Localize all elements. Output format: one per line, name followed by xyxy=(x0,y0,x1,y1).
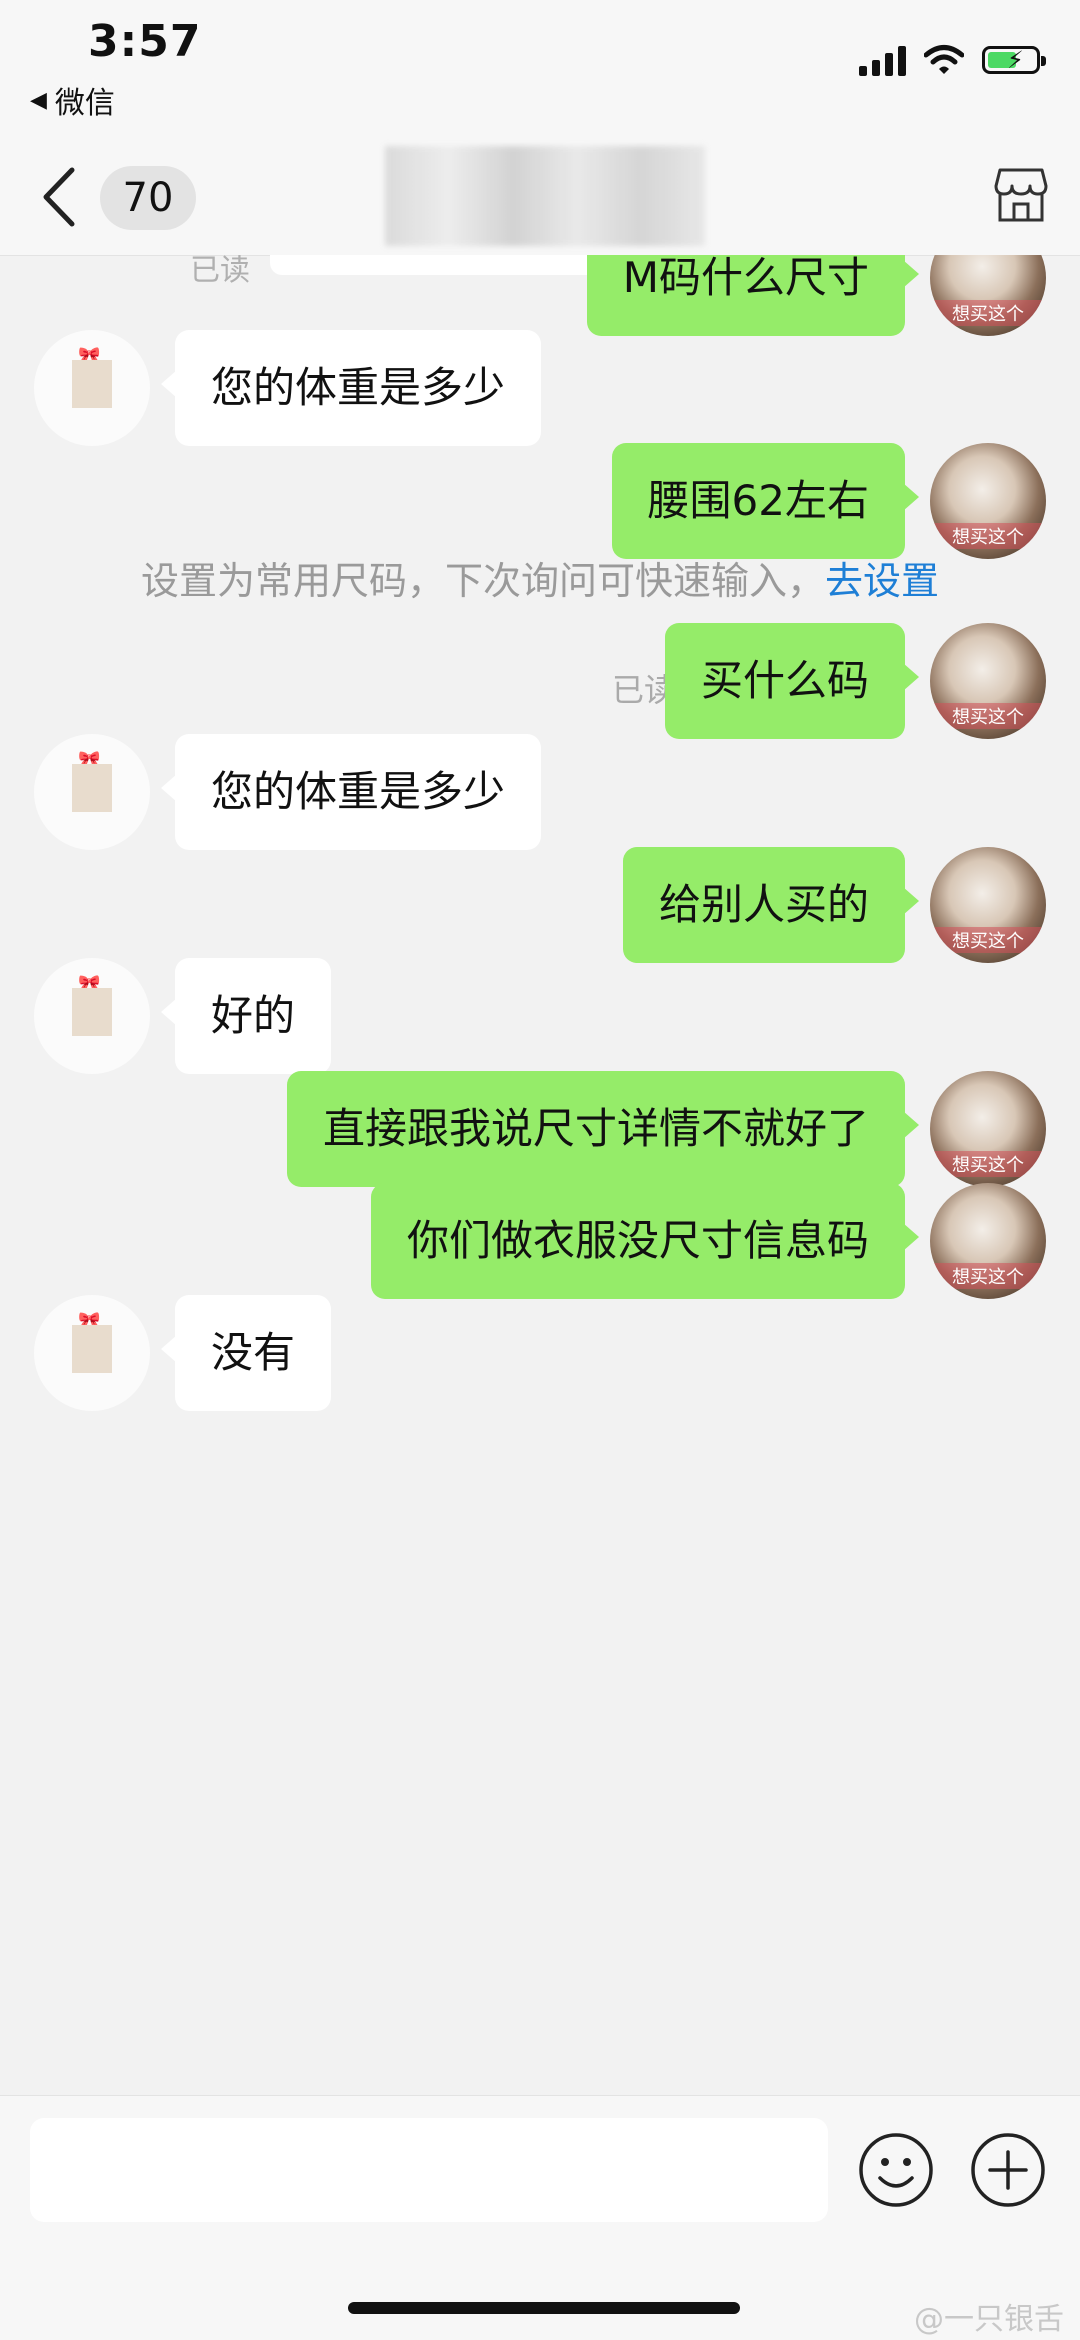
my-avatar[interactable]: 想买这个 xyxy=(930,443,1046,559)
chat-message-list[interactable]: 已读 已读 M码什么尺寸 想买这个 🎀 您的体重是多少 已读 腰围62左右 想买… xyxy=(0,255,1080,2095)
watermark: @一只银舌 xyxy=(914,2302,1064,2337)
wifi-icon xyxy=(924,45,964,74)
message-bubble-merchant[interactable]: 您的体重是多少 xyxy=(160,330,542,446)
blurred-chat-title xyxy=(385,146,705,246)
back-to-app-link[interactable]: ◀ 微信 xyxy=(30,78,115,122)
emoji-icon[interactable] xyxy=(858,2132,934,2208)
my-avatar[interactable]: 想买这个 xyxy=(930,255,1046,336)
back-arrow-icon[interactable] xyxy=(34,162,84,232)
message-bubble-merchant[interactable]: 没有 xyxy=(160,1295,332,1411)
message-bubble-me[interactable]: M码什么尺寸 xyxy=(586,255,920,336)
status-time: 3:57 xyxy=(88,16,202,67)
home-indicator[interactable] xyxy=(348,2302,740,2314)
my-avatar[interactable]: 想买这个 xyxy=(930,623,1046,739)
message-bubble-me[interactable]: 买什么码 xyxy=(664,623,920,739)
message-bubble-me[interactable]: 给别人买的 xyxy=(622,847,920,963)
read-receipt-cut: 已读 xyxy=(190,255,250,288)
message-input[interactable] xyxy=(30,2118,828,2222)
signal-icon xyxy=(859,44,906,76)
go-settings-link[interactable]: 去设置 xyxy=(825,559,939,603)
my-avatar[interactable]: 想买这个 xyxy=(930,1071,1046,1187)
message-bubble-merchant[interactable]: 您的体重是多少 xyxy=(160,734,542,850)
status-bar: 3:57 ◀ 微信 ⚡ xyxy=(0,0,1080,140)
system-tip: 设置为常用尺码，下次询问可快速输入，去设置 xyxy=(0,550,1080,605)
message-bubble-me[interactable]: 腰围62左右 xyxy=(611,443,920,559)
merchant-avatar[interactable]: 🎀 xyxy=(34,330,150,446)
input-bar: @一只银舌 xyxy=(0,2095,1080,2340)
battery-icon: ⚡ xyxy=(982,46,1046,74)
add-plus-icon[interactable] xyxy=(970,2132,1046,2208)
back-app-label: 微信 xyxy=(54,86,115,121)
status-icons: ⚡ xyxy=(859,44,1046,76)
merchant-avatar[interactable]: 🎀 xyxy=(34,958,150,1074)
shop-icon[interactable] xyxy=(994,166,1048,224)
message-bubble-me[interactable]: 直接跟我说尺寸详情不就好了 xyxy=(286,1071,920,1187)
message-bubble-merchant[interactable]: 好的 xyxy=(160,958,332,1074)
message-bubble-me[interactable]: 你们做衣服没尺寸信息码 xyxy=(370,1183,920,1299)
unread-count-badge[interactable]: 70 xyxy=(100,166,196,230)
my-avatar[interactable]: 想买这个 xyxy=(930,1183,1046,1299)
my-avatar[interactable]: 想买这个 xyxy=(930,847,1046,963)
merchant-avatar[interactable]: 🎀 xyxy=(34,734,150,850)
chat-header: 70 xyxy=(0,140,1080,256)
merchant-avatar[interactable]: 🎀 xyxy=(34,1295,150,1411)
system-tip-text: 设置为常用尺码，下次询问可快速输入， xyxy=(140,559,825,603)
back-triangle-icon: ◀ xyxy=(30,87,47,113)
